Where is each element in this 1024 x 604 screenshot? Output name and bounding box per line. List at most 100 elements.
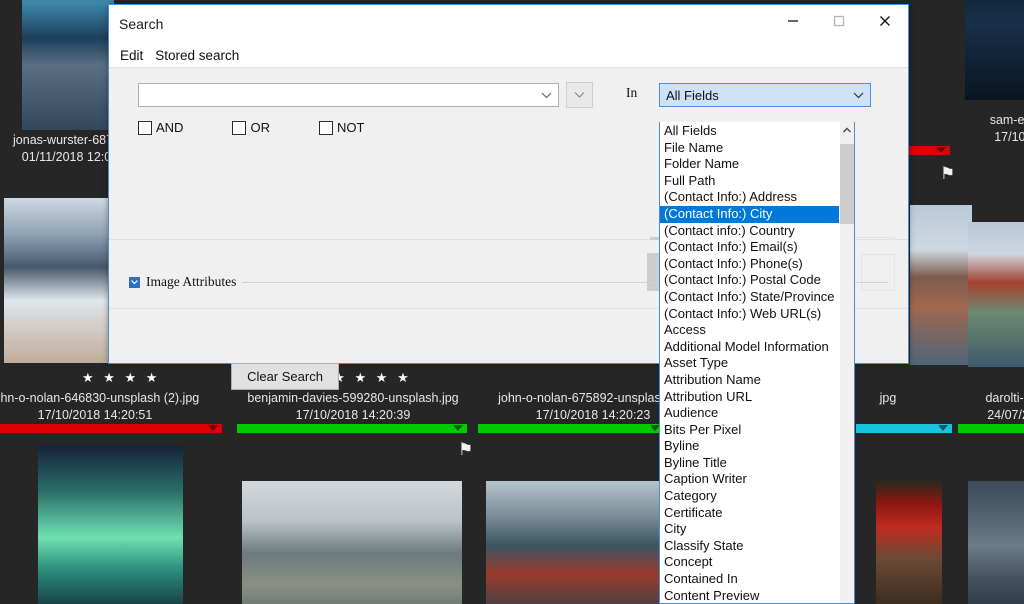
recent-searches-dropdown-button[interactable] <box>566 82 593 108</box>
thumbnail-filename: sam-ekpil-5 <box>989 113 1024 127</box>
dropdown-option[interactable]: File Name <box>660 140 839 157</box>
scroll-up-arrow-icon[interactable] <box>840 122 854 138</box>
checkbox-box-or[interactable] <box>232 120 247 135</box>
dropdown-option[interactable]: City <box>660 521 839 538</box>
checkbox-box-not[interactable] <box>318 120 333 135</box>
dropdown-option[interactable]: Concept <box>660 554 839 571</box>
thumbnail-image <box>22 0 114 130</box>
chevron-collapse-icon[interactable] <box>129 276 140 288</box>
flag-icon: ⚑ <box>458 440 474 459</box>
dropdown-option[interactable]: Contained In <box>660 571 839 588</box>
clear-search-button[interactable]: Clear Search <box>231 363 339 390</box>
thumbnail-red-apples[interactable] <box>876 478 942 604</box>
dialog-title: Search <box>119 16 164 32</box>
dropdown-option[interactable]: Classify State <box>660 538 839 555</box>
dropdown-option[interactable]: Access <box>660 322 839 339</box>
thumbnail-caption: jpg <box>858 390 918 407</box>
checkbox-label-and: AND <box>156 120 184 135</box>
dropdown-option[interactable]: Additional Model Information <box>660 339 839 356</box>
dropdown-option[interactable]: Category <box>660 488 839 505</box>
search-field-dropdown-list[interactable]: All Fields File Name Folder Name Full Path(… <box>659 122 855 604</box>
close-icon[interactable] <box>862 5 908 37</box>
thumbnail-image <box>910 205 972 365</box>
dropdown-option[interactable]: Bits Per Pixel <box>660 422 839 439</box>
dropdown-option[interactable]: Audience <box>660 405 839 422</box>
search-term-combobox[interactable] <box>138 83 559 107</box>
thumbnail-caption: benjamin-davies-599280-unsplash.jpg 17/10… <box>232 390 474 424</box>
thumbnail-image <box>242 481 462 604</box>
dropdown-option[interactable]: Attribution URL <box>660 389 839 406</box>
thumbnail-timestamp: 17/10/2018 14:20:51 <box>37 408 153 422</box>
dropdown-option[interactable]: (Contact Info:) Web URL(s) <box>660 306 839 323</box>
chevron-down-icon[interactable] <box>938 425 948 431</box>
dropdown-option[interactable]: (Contact info:) Country <box>660 223 839 240</box>
checkbox-label-not: NOT <box>336 120 365 135</box>
thumbnail-red-cabin-lofoten[interactable] <box>486 481 664 604</box>
checkbox-not[interactable]: NOT <box>318 120 365 135</box>
chevron-down-icon[interactable] <box>453 425 463 431</box>
thumbnail-image <box>486 481 664 604</box>
thumbnail-jonas-wurster[interactable] <box>22 0 114 130</box>
thumbnail-blueberries[interactable] <box>968 481 1024 604</box>
thumbnail-aurora-borealis[interactable] <box>38 445 183 604</box>
chevron-down-icon <box>852 88 865 103</box>
dropdown-option[interactable]: Asset Type <box>660 355 839 372</box>
checkbox-and[interactable]: AND <box>138 120 183 135</box>
image-attributes-label: Image Attributes <box>146 274 237 289</box>
chevron-down-icon[interactable] <box>208 425 218 431</box>
thumbnail-timestamp: 17/10/2018 14:20:39 <box>295 408 411 422</box>
thumbnail-filename: darolti-dan <box>985 391 1024 405</box>
dropdown-option[interactable]: (Contact Info:) Email(s) <box>660 239 839 256</box>
dropdown-option[interactable]: Folder Name <box>660 156 839 173</box>
dropdown-options[interactable]: All Fields File Name Folder Name Full Path(… <box>660 122 839 603</box>
checkbox-or[interactable]: OR <box>232 120 270 135</box>
color-label-bar[interactable] <box>478 424 664 433</box>
dropdown-option[interactable]: (Contact Info:) Postal Code <box>660 272 839 289</box>
dropdown-option[interactable]: Caption Writer <box>660 471 839 488</box>
dropdown-option[interactable]: Attribution Name <box>660 372 839 389</box>
checkbox-label-or: OR <box>250 120 270 135</box>
window-controls[interactable] <box>770 5 908 37</box>
dropdown-option[interactable]: (Contact Info:) Address <box>660 189 839 206</box>
dropdown-scrollbar[interactable] <box>839 122 854 603</box>
minimize-icon[interactable] <box>770 5 816 37</box>
color-label-bar[interactable] <box>856 424 952 433</box>
boolean-operator-row: AND OR NOT <box>138 120 364 135</box>
thumbnail-image <box>965 0 1024 100</box>
thumbnail-winter-mountain[interactable] <box>4 198 108 363</box>
thumbnail-trondheim-warehouse[interactable] <box>910 205 972 365</box>
dropdown-option[interactable]: (Contact Info:) Phone(s) <box>660 256 839 273</box>
maximize-icon[interactable] <box>816 5 862 37</box>
dropdown-option[interactable]: (Contact Info:) State/Province <box>660 289 839 306</box>
thumbnail-sam-ekpil[interactable] <box>965 0 1024 100</box>
thumbnail-trondheim-river[interactable] <box>968 222 1024 367</box>
scrollbar-thumb[interactable] <box>840 144 854 224</box>
dropdown-option[interactable]: Content Preview <box>660 588 839 603</box>
rating-stars[interactable]: ★ ★ ★ ★ <box>82 370 160 386</box>
dropdown-option[interactable]: Byline <box>660 438 839 455</box>
menu-item-edit[interactable]: Edit <box>120 48 143 63</box>
dropdown-option[interactable]: (Contact Info:) City <box>660 205 839 223</box>
dropdown-option[interactable]: Certificate <box>660 505 839 522</box>
dropdown-option[interactable]: Byline Title <box>660 455 839 472</box>
dialog-titlebar[interactable]: Search <box>109 5 908 43</box>
thumbnail-trolltunga-fjord[interactable] <box>242 481 462 604</box>
thumbnail-image <box>38 445 183 604</box>
chevron-down-icon <box>540 88 553 103</box>
checkbox-box-and[interactable] <box>138 120 152 135</box>
color-label-bar[interactable] <box>0 424 222 433</box>
dropdown-option[interactable]: Full Path <box>660 173 839 190</box>
thumbnail-image <box>4 198 108 363</box>
thumbnail-caption: john-o-nolan-646830-unsplash (2).jpg 17/1… <box>0 390 220 424</box>
chevron-down-icon[interactable] <box>936 147 946 153</box>
color-label-bar[interactable] <box>958 424 1024 433</box>
dialog-menubar[interactable]: Edit Stored search <box>109 43 908 67</box>
dropdown-option[interactable]: All Fields <box>660 123 839 140</box>
menu-item-stored-search[interactable]: Stored search <box>155 48 239 63</box>
thumbnail-filename: benjamin-davies-599280-unsplash.jpg <box>247 391 459 405</box>
color-label-bar[interactable] <box>237 424 467 433</box>
search-field-combobox[interactable]: All Fields <box>659 83 871 107</box>
thumbnail-filename: jpg <box>879 391 897 405</box>
thumbnail-image <box>968 222 1024 367</box>
chevron-down-icon <box>573 86 586 104</box>
